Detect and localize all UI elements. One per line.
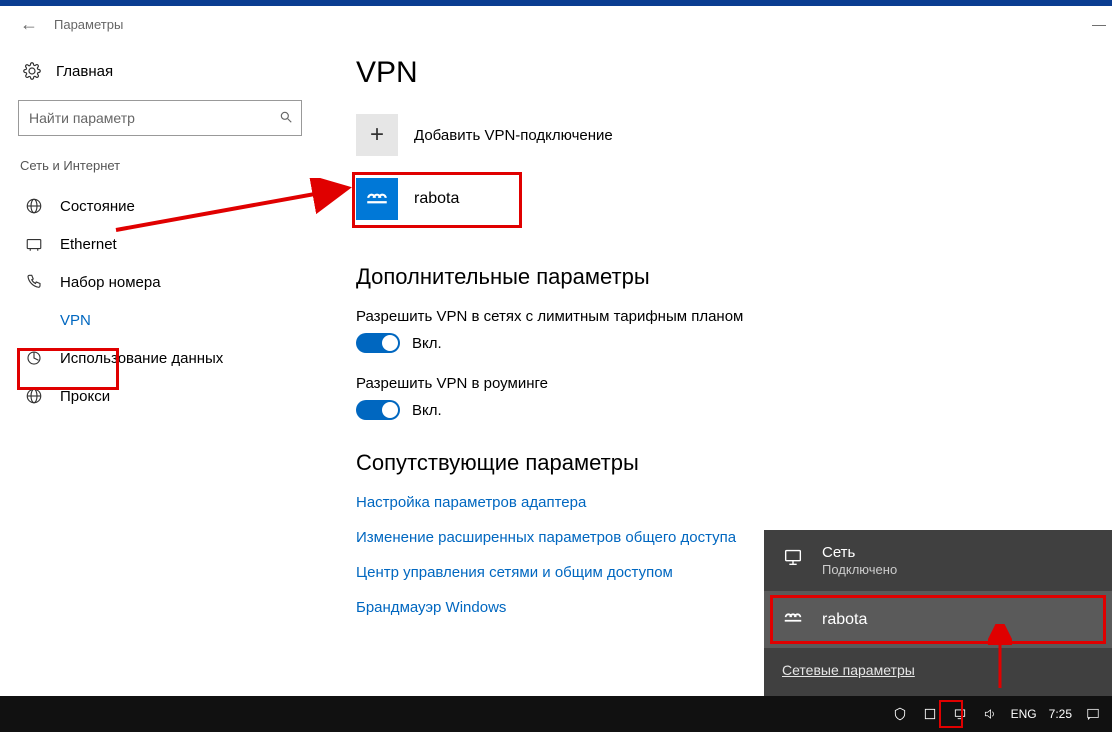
minimize-button[interactable]: — (1092, 16, 1106, 32)
link-adapter-settings[interactable]: Настройка параметров адаптера (356, 494, 1112, 511)
sidebar-item-label: Использование данных (60, 350, 223, 367)
window-title: Параметры (54, 17, 123, 32)
home-item[interactable]: Главная (18, 56, 302, 86)
status-icon (24, 197, 44, 215)
datausage-icon (24, 349, 44, 367)
page-title: VPN (356, 56, 1112, 90)
back-button[interactable]: ← (20, 14, 38, 35)
network-settings-link[interactable]: Сетевые параметры (764, 648, 1112, 696)
toggle-roaming-state: Вкл. (412, 402, 442, 419)
option-roaming-label: Разрешить VPN в роуминге (356, 375, 1112, 392)
related-heading: Сопутствующие параметры (356, 450, 1112, 476)
tray-notifications-icon[interactable] (1084, 707, 1102, 721)
sidebar-item-vpn[interactable]: VPN (18, 301, 302, 339)
advanced-heading: Дополнительные параметры (356, 264, 1112, 290)
sidebar-item-label: Набор номера (60, 274, 161, 291)
sidebar-item-label: Ethernet (60, 236, 117, 253)
tray-clock[interactable]: 7:25 (1049, 707, 1072, 721)
tray-language[interactable]: ENG (1011, 707, 1037, 721)
tray-network-icon[interactable] (951, 707, 969, 721)
vpn-icon (782, 607, 806, 634)
add-vpn-label: Добавить VPN-подключение (414, 127, 613, 144)
sidebar-item-label: Состояние (60, 198, 135, 215)
sidebar-item-dialup[interactable]: Набор номера (18, 263, 302, 301)
sidebar-item-status[interactable]: Состояние (18, 187, 302, 225)
option-metered-label: Разрешить VPN в сетях с лимитным тарифны… (356, 308, 1112, 325)
add-vpn-button[interactable]: + Добавить VPN-подключение (356, 114, 1112, 156)
vpn-connection-name: rabota (414, 190, 459, 208)
globe-icon (24, 387, 44, 405)
tray-app-icon[interactable] (921, 707, 939, 721)
vpn-icon (24, 311, 44, 329)
search-input[interactable]: Найти параметр (18, 100, 302, 136)
sidebar-item-datausage[interactable]: Использование данных (18, 339, 302, 377)
toggle-roaming[interactable] (356, 400, 400, 420)
sidebar-item-proxy[interactable]: Прокси (18, 377, 302, 415)
flyout-vpn-name: rabota (822, 611, 867, 629)
network-status: Подключено (822, 562, 897, 577)
search-icon (279, 110, 293, 127)
tray-volume-icon[interactable] (981, 707, 999, 721)
network-icon (782, 546, 806, 573)
taskbar: ENG 7:25 (0, 696, 1112, 732)
toggle-metered[interactable] (356, 333, 400, 353)
sidebar-item-ethernet[interactable]: Ethernet (18, 225, 302, 263)
flyout-vpn-item[interactable]: rabota (764, 591, 1112, 648)
sidebar-item-label: Прокси (60, 388, 110, 405)
search-placeholder: Найти параметр (29, 110, 135, 126)
sidebar: Главная Найти параметр Сеть и Интернет С… (0, 56, 320, 696)
plus-icon: + (356, 114, 398, 156)
home-label: Главная (56, 63, 113, 80)
gear-icon (22, 62, 42, 80)
vpn-connection-icon (356, 178, 398, 220)
network-status-item[interactable]: Сеть Подключено (764, 530, 1112, 591)
tray-security-icon[interactable] (891, 707, 909, 721)
vpn-connection-item[interactable]: rabota (356, 178, 1112, 220)
toggle-metered-state: Вкл. (412, 335, 442, 352)
ethernet-icon (24, 235, 44, 253)
section-label: Сеть и Интернет (20, 158, 302, 173)
network-flyout: Сеть Подключено rabota Сетевые параметры (764, 530, 1112, 696)
network-name: Сеть (822, 544, 897, 562)
sidebar-item-label: VPN (60, 312, 91, 329)
annotation-highlight (770, 595, 1106, 644)
phone-icon (24, 273, 44, 291)
